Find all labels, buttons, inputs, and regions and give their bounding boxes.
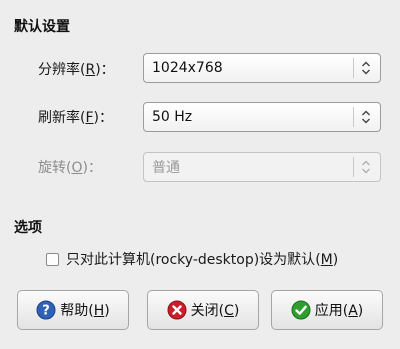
combo-separator (353, 107, 354, 127)
close-button[interactable]: 关闭(C) (147, 290, 259, 330)
svg-text:?: ? (42, 304, 50, 319)
refresh-rate-value: 50 Hz (152, 109, 193, 125)
up-down-arrows-icon (360, 157, 372, 177)
help-button-label: 帮助(H) (60, 303, 110, 319)
options-heading: 选项 (14, 220, 42, 236)
apply-button[interactable]: 应用(A) (271, 290, 383, 330)
up-down-arrows-icon (360, 58, 372, 78)
refresh-rate-label: 刷新率(F)： (38, 110, 113, 126)
default-for-computer-label: 只对此计算机(rocky-desktop)设为默认(M) (66, 252, 339, 268)
default-settings-heading: 默认设置 (14, 19, 70, 35)
rotation-combo[interactable]: 普通 (143, 152, 381, 182)
combo-separator (353, 157, 354, 177)
resolution-value: 1024x768 (152, 60, 223, 76)
resolution-combo[interactable]: 1024x768 (143, 53, 381, 83)
apply-icon (291, 300, 311, 320)
close-icon (167, 300, 187, 320)
help-button[interactable]: ? 帮助(H) (17, 290, 129, 330)
up-down-arrows-icon (360, 107, 372, 127)
resolution-label: 分辨率(R)： (38, 62, 115, 78)
close-button-label: 关闭(C) (190, 303, 240, 319)
help-icon: ? (36, 300, 56, 320)
rotation-label: 旋转(O)： (38, 160, 102, 176)
apply-button-label: 应用(A) (314, 303, 364, 319)
refresh-rate-combo[interactable]: 50 Hz (143, 102, 381, 132)
rotation-value: 普通 (152, 160, 180, 176)
default-for-computer-checkbox-row[interactable]: 只对此计算机(rocky-desktop)设为默认(M) (46, 249, 338, 269)
default-for-computer-checkbox[interactable] (46, 252, 59, 266)
combo-separator (353, 58, 354, 78)
